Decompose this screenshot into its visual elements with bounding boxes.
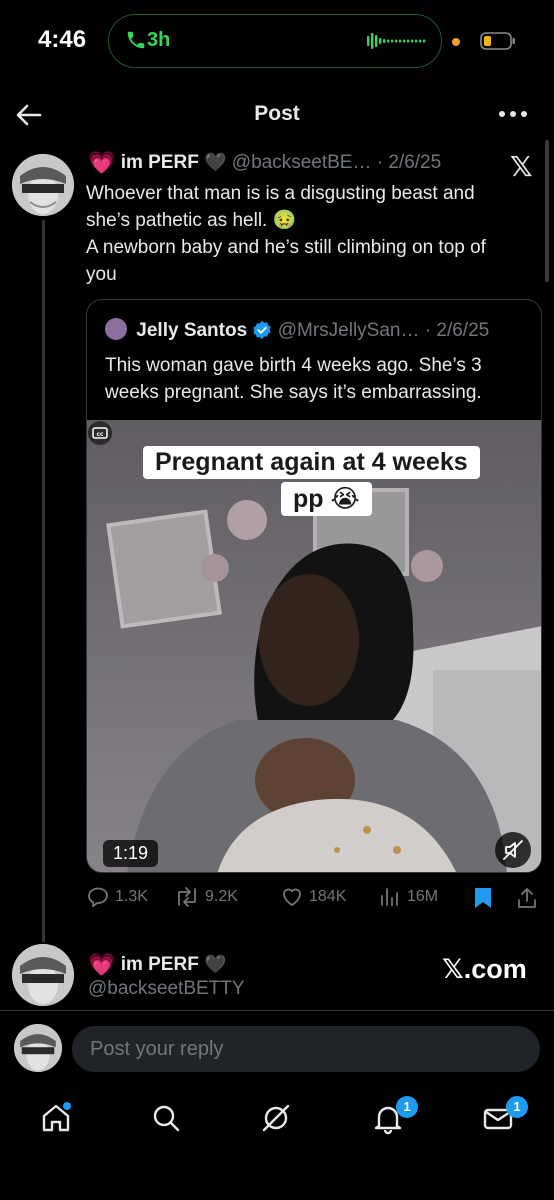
bookmark-icon[interactable] (472, 886, 494, 910)
notifications-badge: 1 (396, 1096, 418, 1118)
pink-heart-emoji: 💗 (88, 150, 116, 175)
privacy-indicator-dot (452, 38, 460, 46)
reply-count: 1.3K (115, 888, 148, 905)
call-duration: 3h (147, 29, 171, 51)
current-user-avatar[interactable] (14, 1024, 62, 1072)
author-handle[interactable]: @backseetBETTY (88, 978, 245, 1000)
tweet-text-line: you (86, 264, 117, 285)
avatar-image (12, 154, 74, 216)
avatar[interactable] (12, 944, 74, 1006)
x-logo-icon: 𝕏 (510, 150, 533, 183)
quoted-post-text: This woman gave birth 4 weeks ago. She’s… (105, 352, 525, 406)
video-caption-line: Pregnant again at 4 weeks (143, 446, 480, 479)
x-com-watermark: 𝕏.com (442, 954, 527, 984)
black-heart-emoji: 🖤 (204, 152, 227, 172)
grok-icon (262, 1104, 290, 1132)
view-count: 16M (407, 888, 439, 905)
tweet-text-line: she’s pathetic as hell. 🤢 (86, 210, 297, 231)
quoted-author-name[interactable]: Jelly Santos (136, 320, 247, 341)
reply-tweet-header: 💗 im PERF 🖤 (88, 952, 227, 978)
home-icon (42, 1102, 71, 1132)
divider (0, 1010, 554, 1011)
search-icon (153, 1105, 180, 1132)
views-chart-icon (381, 888, 398, 906)
pink-heart-emoji: 💗 (88, 952, 116, 977)
post-actions-bar: 1.3K 9.2K 184K 16M (86, 882, 542, 912)
nav-home[interactable] (36, 1098, 76, 1138)
author-handle-date[interactable]: @backseetBE… · 2/6/25 (232, 152, 441, 173)
video-player[interactable]: Pregnant again at 4 weeks pp 😭 cc 1:19 (87, 420, 541, 872)
audio-waveform-icon (367, 33, 426, 49)
quoted-text-line: weeks pregnant. She says it’s embarrassi… (105, 382, 482, 403)
tweet-text: Whoever that man is is a disgusting beas… (86, 180, 542, 288)
avatar-image (12, 944, 74, 1006)
more-options-icon[interactable] (496, 104, 530, 124)
tweet-text-line: Whoever that man is is a disgusting beas… (86, 183, 475, 204)
speaker-muted-icon (503, 840, 523, 860)
reply-icon (88, 887, 108, 908)
avatar[interactable] (12, 154, 74, 216)
video-caption-line: pp 😭 (281, 482, 372, 516)
like-count: 184K (309, 888, 347, 905)
avatar-image (14, 1024, 62, 1072)
heart-icon (283, 888, 301, 906)
page-title: Post (254, 102, 300, 125)
thread-connector-line (42, 220, 45, 942)
author-name[interactable]: im PERF (121, 954, 199, 975)
quoted-text-line: This woman gave birth 4 weeks ago. She’s… (105, 355, 482, 376)
like-action[interactable]: 184K (280, 882, 346, 912)
bottom-navigation: 1 1 (0, 1092, 554, 1152)
tweet-header: 💗 im PERF 🖤 @backseetBE… · 2/6/25 (88, 150, 528, 180)
quoted-post-card[interactable]: Jelly Santos @MrsJellySan… · 2/6/25 This… (86, 299, 542, 873)
mute-button[interactable] (495, 832, 531, 868)
verified-badge-icon (253, 320, 272, 340)
battery-icon (480, 32, 515, 50)
clock: 4:46 (38, 26, 87, 53)
repost-count: 9.2K (205, 888, 238, 905)
status-bar: 4:46 3h (0, 0, 554, 84)
black-heart-emoji: 🖤 (204, 954, 227, 974)
closed-captions-icon[interactable]: cc (87, 420, 113, 446)
nav-search[interactable] (146, 1098, 186, 1138)
svg-text:cc: cc (96, 431, 104, 438)
call-pill[interactable]: 3h (108, 14, 442, 68)
phone-icon (127, 31, 145, 49)
quoted-post-header: Jelly Santos @MrsJellySan… · 2/6/25 (105, 318, 525, 344)
reply-action[interactable]: 1.3K (86, 882, 148, 912)
author-name[interactable]: im PERF (121, 152, 199, 173)
quoted-author-handle-date[interactable]: @MrsJellySan… · 2/6/25 (278, 320, 489, 341)
scroll-indicator (545, 140, 549, 282)
reply-input[interactable] (72, 1026, 540, 1072)
views-action[interactable]: 16M (378, 882, 438, 912)
top-header: Post (0, 92, 554, 138)
messages-badge: 1 (506, 1096, 528, 1118)
quoted-author-avatar[interactable] (105, 318, 127, 340)
video-duration: 1:19 (103, 840, 159, 867)
nav-grok[interactable] (256, 1098, 296, 1138)
repost-action[interactable]: 9.2K (174, 882, 238, 912)
tweet-text-line: A newborn baby and he’s still climbing o… (86, 237, 486, 258)
share-icon[interactable] (516, 886, 538, 910)
repost-icon (178, 887, 196, 907)
